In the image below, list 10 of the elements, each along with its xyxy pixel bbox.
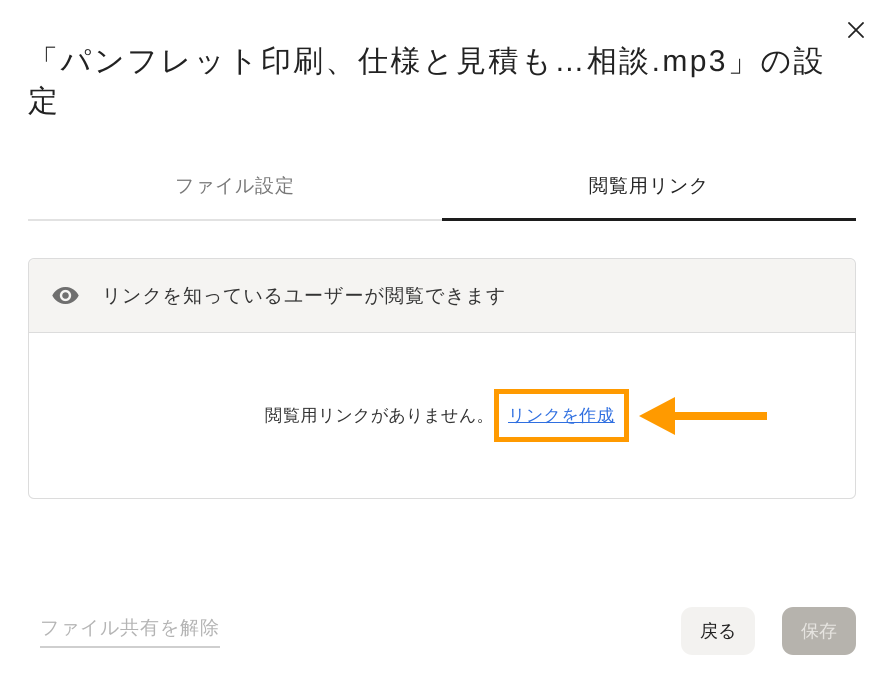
create-link[interactable]: リンクを作成: [508, 404, 615, 427]
access-description: リンクを知っているユーザーが閲覧できます: [102, 284, 506, 308]
tab[interactable]: 閲覧用リンク: [442, 165, 856, 221]
tab[interactable]: ファイル設定: [28, 165, 442, 221]
close-icon: [848, 22, 864, 38]
close-button[interactable]: [846, 20, 866, 40]
empty-message: 閲覧用リンクがありません。: [265, 405, 494, 427]
back-button[interactable]: 戻る: [681, 607, 755, 655]
eye-icon: [52, 287, 79, 304]
dialog-title: 「パンフレット印刷、仕様と見積も…相談.mp3」の設定: [28, 44, 828, 120]
